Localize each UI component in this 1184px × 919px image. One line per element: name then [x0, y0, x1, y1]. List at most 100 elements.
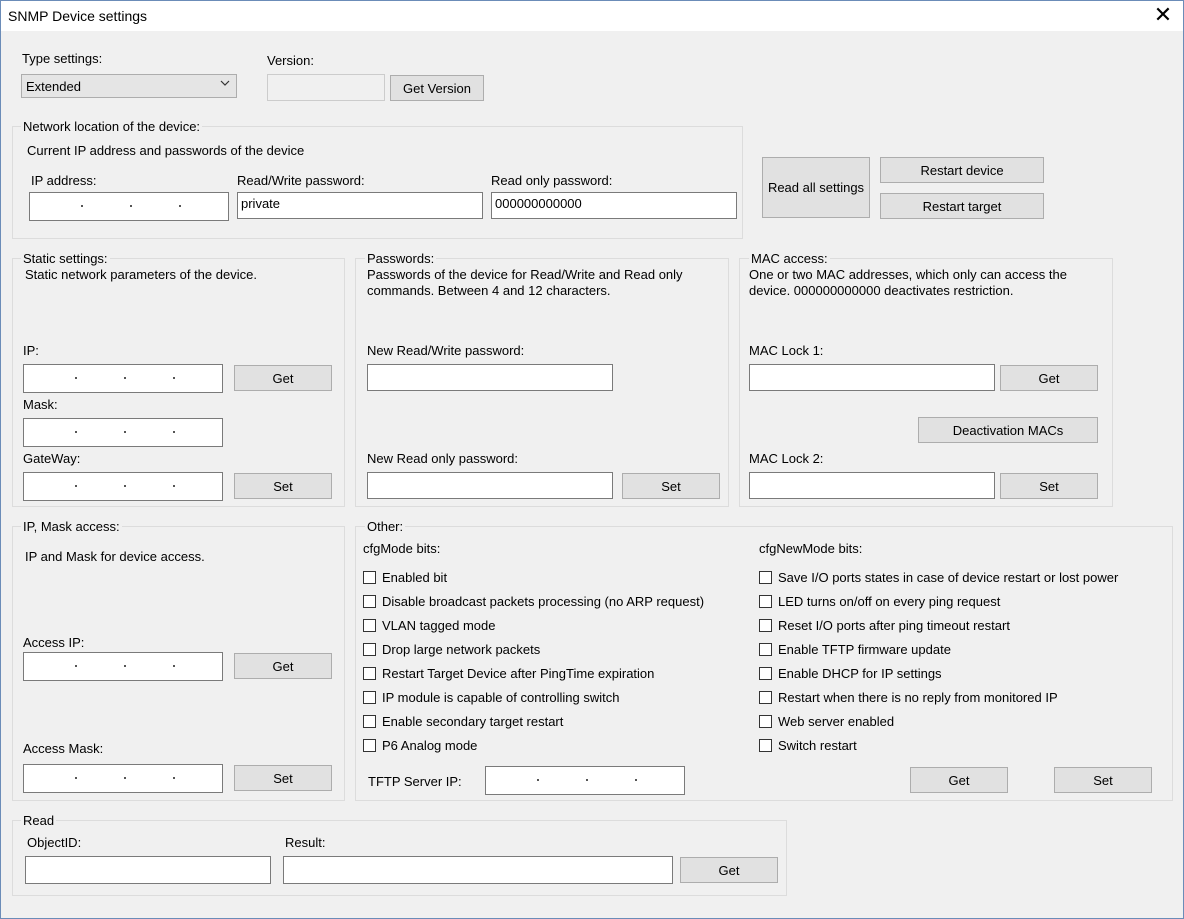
ro-password-label: Read only password:	[491, 173, 613, 188]
ip-mask-access-title: IP, Mask access:	[21, 519, 122, 534]
checkbox[interactable]	[759, 643, 772, 656]
cfgnewmode-checkbox-row[interactable]: Web server enabled	[759, 714, 894, 729]
checkbox-label: Enable DHCP for IP settings	[778, 666, 942, 681]
cfgmode-checkbox-row[interactable]: IP module is capable of controlling swit…	[363, 690, 620, 705]
cfgnewmode-checkbox-row[interactable]: Reset I/O ports after ping timeout resta…	[759, 618, 1010, 633]
rw-password-label: Read/Write password:	[237, 173, 365, 188]
checkbox-label: Switch restart	[778, 738, 857, 753]
rw-password-input[interactable]: private	[237, 192, 483, 219]
passwords-set-button[interactable]: Set	[622, 473, 720, 499]
checkbox[interactable]	[759, 595, 772, 608]
checkbox[interactable]	[759, 715, 772, 728]
access-mask-label: Access Mask:	[23, 741, 104, 756]
mac-description-line2: device. 000000000000 deactivates restric…	[749, 283, 1014, 298]
restart-device-button[interactable]: Restart device	[880, 157, 1044, 183]
checkbox[interactable]	[363, 667, 376, 680]
cfgnewmode-checkbox-row[interactable]: Switch restart	[759, 738, 857, 753]
ip-address-label: IP address:	[31, 173, 97, 188]
tftp-server-ip-input[interactable]	[485, 766, 685, 795]
mac-set-button[interactable]: Set	[1000, 473, 1098, 499]
static-gateway-input[interactable]	[23, 472, 223, 501]
cfgmode-checkbox-row[interactable]: Disable broadcast packets processing (no…	[363, 594, 704, 609]
cfgnewmode-checkbox-row[interactable]: LED turns on/off on every ping request	[759, 594, 1000, 609]
checkbox-label: Web server enabled	[778, 714, 895, 729]
cfgnewmode-label: cfgNewMode bits:	[759, 541, 863, 556]
ip-mask-description: IP and Mask for device access.	[25, 549, 205, 564]
checkbox[interactable]	[759, 571, 772, 584]
version-field[interactable]	[267, 74, 385, 101]
access-ip-label: Access IP:	[23, 635, 85, 650]
checkbox[interactable]	[363, 619, 376, 632]
checkbox-label: VLAN tagged mode	[382, 618, 496, 633]
cfgmode-checkbox-row[interactable]: VLAN tagged mode	[363, 618, 495, 633]
ip-address-input[interactable]	[29, 192, 229, 221]
checkbox[interactable]	[363, 643, 376, 656]
cfgnewmode-checkbox-row[interactable]: Restart when there is no reply from moni…	[759, 690, 1058, 705]
objectid-input[interactable]	[25, 856, 271, 884]
access-mask-input[interactable]	[23, 764, 223, 793]
type-settings-value: Extended	[26, 79, 81, 94]
checkbox[interactable]	[363, 571, 376, 584]
static-description: Static network parameters of the device.	[25, 267, 257, 282]
get-version-button[interactable]: Get Version	[390, 75, 484, 101]
static-mask-input[interactable]	[23, 418, 223, 447]
cfgmode-checkbox-row[interactable]: Enable secondary target restart	[363, 714, 563, 729]
checkbox[interactable]	[759, 691, 772, 704]
checkbox-label: Drop large network packets	[382, 642, 541, 657]
cfgmode-checkbox-row[interactable]: Restart Target Device after PingTime exp…	[363, 666, 654, 681]
ro-password-input[interactable]: 000000000000	[491, 192, 737, 219]
result-label: Result:	[285, 835, 326, 850]
mac-access-title: MAC access:	[749, 251, 830, 266]
cfgnewmode-checkbox-row[interactable]: Save I/O ports states in case of device …	[759, 570, 1118, 585]
read-all-settings-button[interactable]: Read all settings	[762, 157, 870, 218]
checkbox[interactable]	[759, 739, 772, 752]
cfgnewmode-checkbox-row[interactable]: Enable DHCP for IP settings	[759, 666, 942, 681]
mac-get-button[interactable]: Get	[1000, 365, 1098, 391]
checkbox[interactable]	[363, 691, 376, 704]
new-rw-password-input[interactable]	[367, 364, 613, 391]
new-ro-password-input[interactable]	[367, 472, 613, 499]
cfgnewmode-checkbox-row[interactable]: Enable TFTP firmware update	[759, 642, 951, 657]
static-ip-input[interactable]	[23, 364, 223, 393]
title-bar	[0, 0, 1184, 31]
restart-target-button[interactable]: Restart target	[880, 193, 1044, 219]
other-group	[355, 526, 1173, 801]
checkbox-label: Restart Target Device after PingTime exp…	[382, 666, 655, 681]
read-get-button[interactable]: Get	[680, 857, 778, 883]
cfgmode-label: cfgMode bits:	[363, 541, 441, 556]
checkbox[interactable]	[363, 739, 376, 752]
objectid-label: ObjectID:	[27, 835, 82, 850]
mac-lock2-input[interactable]	[749, 472, 995, 499]
cfgmode-checkbox-row[interactable]: Drop large network packets	[363, 642, 540, 657]
static-gateway-label: GateWay:	[23, 451, 81, 466]
checkbox[interactable]	[759, 667, 772, 680]
checkbox-label: Save I/O ports states in case of device …	[778, 570, 1119, 585]
access-set-button[interactable]: Set	[234, 765, 332, 791]
other-set-button[interactable]: Set	[1054, 767, 1152, 793]
other-title: Other:	[365, 519, 406, 534]
static-get-button[interactable]: Get	[234, 365, 332, 391]
mac-lock1-input[interactable]	[749, 364, 995, 391]
checkbox[interactable]	[363, 715, 376, 728]
close-icon[interactable]: ✕	[1152, 4, 1174, 26]
access-ip-input[interactable]	[23, 652, 223, 681]
type-settings-dropdown[interactable]: Extended	[21, 74, 237, 98]
tftp-server-label: TFTP Server IP:	[368, 774, 462, 789]
passwords-description-line1: Passwords of the device for Read/Write a…	[367, 267, 683, 282]
cfgmode-checkbox-row[interactable]: P6 Analog mode	[363, 738, 477, 753]
new-rw-password-label: New Read/Write password:	[367, 343, 525, 358]
version-label: Version:	[267, 53, 314, 68]
checkbox[interactable]	[363, 595, 376, 608]
checkbox-label: LED turns on/off on every ping request	[778, 594, 1001, 609]
access-get-button[interactable]: Get	[234, 653, 332, 679]
cfgmode-checkbox-row[interactable]: Enabled bit	[363, 570, 447, 585]
deactivation-macs-button[interactable]: Deactivation MACs	[918, 417, 1098, 443]
result-field[interactable]	[283, 856, 673, 884]
checkbox-label: P6 Analog mode	[382, 738, 478, 753]
checkbox[interactable]	[759, 619, 772, 632]
checkbox-label: Reset I/O ports after ping timeout resta…	[778, 618, 1010, 633]
static-mask-label: Mask:	[23, 397, 58, 412]
other-get-button[interactable]: Get	[910, 767, 1008, 793]
static-set-button[interactable]: Set	[234, 473, 332, 499]
network-location-title: Network location of the device:	[21, 119, 203, 134]
